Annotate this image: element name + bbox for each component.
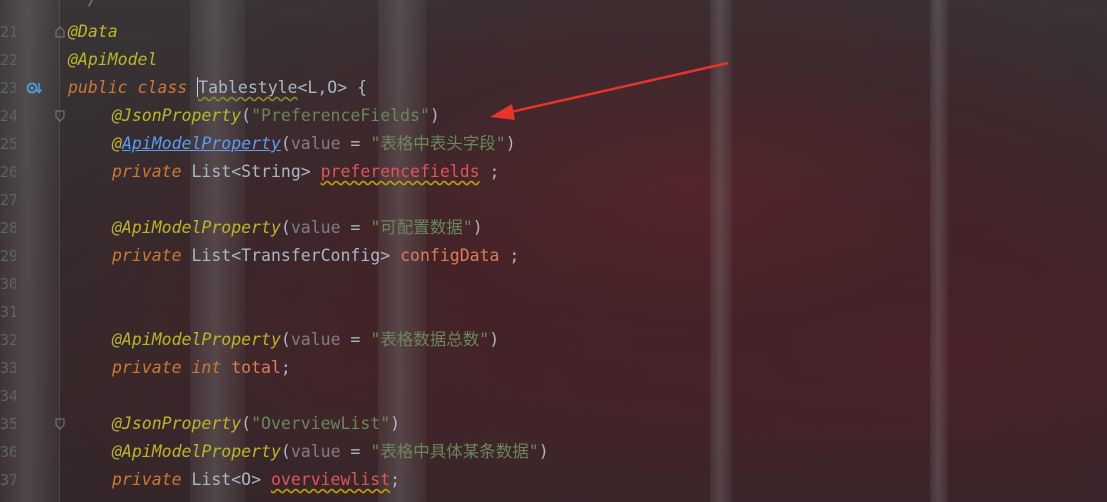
line-number: 28 xyxy=(0,219,16,237)
code-line-30: 30 xyxy=(0,270,1107,298)
line-number: 27 xyxy=(0,191,16,209)
fold-start-icon[interactable] xyxy=(55,110,65,122)
field-name: overviewlist xyxy=(270,470,391,489)
class-declaration: public class Tablestyle<L,O> { xyxy=(68,77,368,97)
line-number: 21 xyxy=(0,23,16,41)
code-line-32: 32 @ApiModelProperty(value = "表格数据总数") xyxy=(0,326,1107,354)
line-number: 30 xyxy=(0,275,16,293)
apimodelproperty-annotation: @ApiModelProperty(value = "表格中表头字段") xyxy=(112,134,516,153)
apimodelproperty-annotation: @ApiModelProperty(value = "表格数据总数") xyxy=(112,330,500,349)
code-line-21: 21 @Data xyxy=(0,18,1107,46)
code-line-37: 37 private List<O> overviewlist; xyxy=(0,466,1107,494)
code-line-35: 35 @JsonProperty("OverviewList") xyxy=(0,410,1107,438)
line-number: 29 xyxy=(0,247,16,265)
line-number: 22 xyxy=(0,51,16,69)
fold-start-icon[interactable] xyxy=(55,418,65,430)
code-line-33: 33 private int total; xyxy=(0,354,1107,382)
line-number: 33 xyxy=(0,359,16,377)
line-number: 35 xyxy=(0,415,16,433)
field-declaration: private List<TransferConfig> configData … xyxy=(112,246,520,265)
override-down-arrow-icon[interactable] xyxy=(26,80,42,96)
code-line-29: 29 private List<TransferConfig> configDa… xyxy=(0,242,1107,270)
code-line-34: 34 xyxy=(0,382,1107,410)
field-declaration: private List<O> overviewlist; xyxy=(112,470,401,489)
line-number: 34 xyxy=(0,387,16,405)
code-line-36: 36 @ApiModelProperty(value = "表格中具体某条数据"… xyxy=(0,438,1107,466)
code-line-27: 27 xyxy=(0,186,1107,214)
code-line-26: 26 private List<String> preferencefields… xyxy=(0,158,1107,186)
line-number: 32 xyxy=(0,331,16,349)
comment-end: */ xyxy=(78,0,98,14)
annotation-data: @Data xyxy=(68,22,118,41)
code-line-23: 23 public class Tablestyle<L,O> { xyxy=(0,74,1107,102)
code-editor[interactable]: */ 21 @Data 22 @ApiModel 23 public class… xyxy=(0,0,1107,502)
annotation-link[interactable]: ApiModelProperty xyxy=(122,134,281,153)
code-line-31: 31 xyxy=(0,298,1107,326)
line-number: 37 xyxy=(0,471,16,489)
json-property-annotation: @JsonProperty("OverviewList") xyxy=(112,414,401,433)
line-number: 23 xyxy=(0,79,16,97)
line-number: 24 xyxy=(0,107,16,125)
apimodelproperty-annotation: @ApiModelProperty(value = "表格中具体某条数据") xyxy=(112,442,549,461)
json-property-annotation: @JsonProperty("PreferenceFields") xyxy=(112,106,440,125)
fold-end-icon[interactable] xyxy=(55,26,65,38)
field-name: total xyxy=(231,358,281,377)
field-declaration: private List<String> preferencefields ; xyxy=(112,162,500,181)
field-name: preferencefields xyxy=(320,162,480,181)
line-number: 36 xyxy=(0,443,16,461)
class-name: Tablestyle xyxy=(198,78,298,97)
code-line-25: 25 @ApiModelProperty(value = "表格中表头字段") xyxy=(0,130,1107,158)
line-number: 26 xyxy=(0,163,16,181)
apimodelproperty-annotation: @ApiModelProperty(value = "可配置数据") xyxy=(112,218,483,237)
annotation-apimodel: @ApiModel xyxy=(68,50,158,69)
code-line-22: 22 @ApiModel xyxy=(0,46,1107,74)
line-number: 31 xyxy=(0,303,16,321)
field-name: configData xyxy=(400,246,500,265)
code-line-28: 28 @ApiModelProperty(value = "可配置数据") xyxy=(0,214,1107,242)
field-declaration: private int total; xyxy=(112,358,291,377)
code-line-24: 24 @JsonProperty("PreferenceFields") xyxy=(0,102,1107,130)
code-line-20: */ xyxy=(0,0,1107,14)
line-number: 25 xyxy=(0,135,16,153)
